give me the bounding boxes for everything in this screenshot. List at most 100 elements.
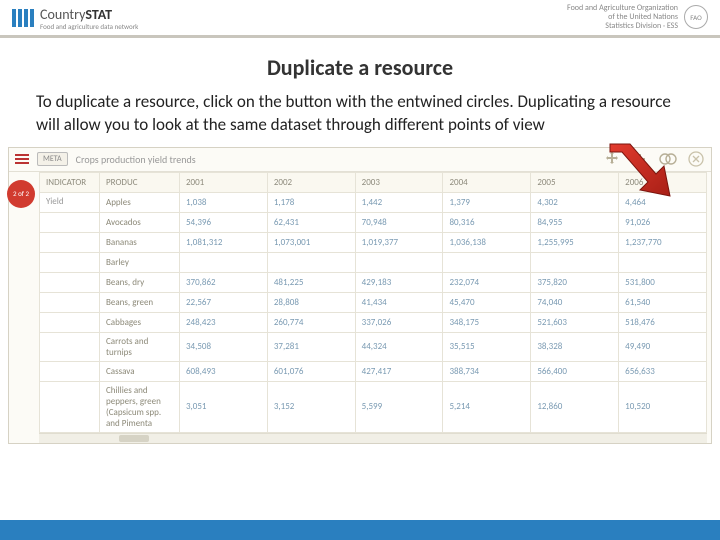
table-body: YieldApples1,0381,1781,4421,3794,3024,46… [40,192,707,432]
col-header[interactable]: 2004 [443,172,531,192]
brand-accent: STAT [85,6,112,23]
value-cell: 12,860 [531,381,619,432]
value-cell [267,252,355,272]
product-cell: Bananas [100,232,180,252]
dataset-title: Crops production yield trends [76,153,196,166]
value-cell [180,252,268,272]
table-row: Beans, dry370,862481,225429,183232,07437… [40,272,707,292]
data-table: INDICATORPRODUC200120022003200420052006 … [39,172,707,433]
indicator-cell [40,212,100,232]
org-line-3: Statistics Division · ESS [567,22,678,31]
value-cell: 22,567 [180,292,268,312]
value-cell: 45,470 [443,292,531,312]
value-cell: 518,476 [619,312,707,332]
value-cell: 656,633 [619,361,707,381]
menu-icon[interactable] [15,154,29,164]
table-row: Avocados54,39662,43170,94880,31684,95591… [40,212,707,232]
value-cell: 1,379 [443,192,531,212]
value-cell: 1,036,138 [443,232,531,252]
brand-main: Country [40,6,85,23]
value-cell: 49,490 [619,332,707,361]
indicator-cell [40,332,100,361]
value-cell: 521,603 [531,312,619,332]
value-cell: 34,508 [180,332,268,361]
value-cell [531,252,619,272]
value-cell: 566,400 [531,361,619,381]
value-cell: 5,599 [355,381,443,432]
col-header[interactable]: INDICATOR [40,172,100,192]
slide-footer [0,520,720,540]
value-cell: 1,038 [180,192,268,212]
value-cell: 62,431 [267,212,355,232]
indicator-cell: Yield [40,192,100,212]
product-cell: Avocados [100,212,180,232]
brand-subtitle: Food and agriculture data network [40,22,138,31]
indicator-cell [40,312,100,332]
indicator-cell [40,361,100,381]
table-row: Cassava608,493601,076427,417388,734566,4… [40,361,707,381]
value-cell: 427,417 [355,361,443,381]
horizontal-scrollbar[interactable] [39,433,707,443]
close-icon[interactable] [687,150,705,168]
value-cell: 1,178 [267,192,355,212]
table-row: Bananas1,081,3121,073,0011,019,3771,036,… [40,232,707,252]
value-cell: 91,026 [619,212,707,232]
value-cell: 74,040 [531,292,619,312]
value-cell: 70,948 [355,212,443,232]
value-cell: 54,396 [180,212,268,232]
product-cell: Beans, green [100,292,180,312]
value-cell [355,252,443,272]
value-cell: 388,734 [443,361,531,381]
col-header[interactable]: 2003 [355,172,443,192]
value-cell: 1,442 [355,192,443,212]
value-cell: 248,423 [180,312,268,332]
col-header[interactable]: 2001 [180,172,268,192]
value-cell: 80,316 [443,212,531,232]
product-cell: Chillies and peppers, green (Capsicum sp… [100,381,180,432]
value-cell: 337,026 [355,312,443,332]
value-cell: 601,076 [267,361,355,381]
value-cell: 260,774 [267,312,355,332]
value-cell: 1,237,770 [619,232,707,252]
value-cell [443,252,531,272]
brand-logo: CountrySTAT Food and agriculture data ne… [12,5,138,31]
value-cell: 481,225 [267,272,355,292]
count-badge[interactable]: 2 of 2 [7,180,35,208]
value-cell: 1,081,312 [180,232,268,252]
product-cell: Apples [100,192,180,212]
table-row: Barley [40,252,707,272]
fao-logo-icon: FAO [684,5,708,29]
brand-bars-icon [12,9,34,27]
product-cell: Barley [100,252,180,272]
value-cell: 61,540 [619,292,707,312]
col-header[interactable]: PRODUC [100,172,180,192]
value-cell: 1,073,001 [267,232,355,252]
table-row: Chillies and peppers, green (Capsicum sp… [40,381,707,432]
value-cell: 375,820 [531,272,619,292]
slide-title: Duplicate a resource [0,54,720,81]
callout-arrow-icon [604,140,674,200]
slide-body: To duplicate a resource, click on the bu… [0,91,720,137]
value-cell: 5,214 [443,381,531,432]
value-cell: 1,019,377 [355,232,443,252]
indicator-cell [40,272,100,292]
value-cell: 608,493 [180,361,268,381]
product-cell: Beans, dry [100,272,180,292]
value-cell: 28,808 [267,292,355,312]
indicator-cell [40,232,100,252]
org-attribution: Food and Agriculture Organization of the… [567,4,708,30]
table-row: Cabbages248,423260,774337,026348,175521,… [40,312,707,332]
value-cell: 429,183 [355,272,443,292]
col-header[interactable]: 2002 [267,172,355,192]
product-cell: Cabbages [100,312,180,332]
value-cell: 348,175 [443,312,531,332]
value-cell: 44,324 [355,332,443,361]
indicator-cell [40,381,100,432]
product-cell: Carrots and turnips [100,332,180,361]
indicator-cell [40,252,100,272]
value-cell: 84,955 [531,212,619,232]
meta-button[interactable]: META [37,152,68,166]
value-cell [619,252,707,272]
value-cell: 1,255,995 [531,232,619,252]
value-cell: 3,051 [180,381,268,432]
